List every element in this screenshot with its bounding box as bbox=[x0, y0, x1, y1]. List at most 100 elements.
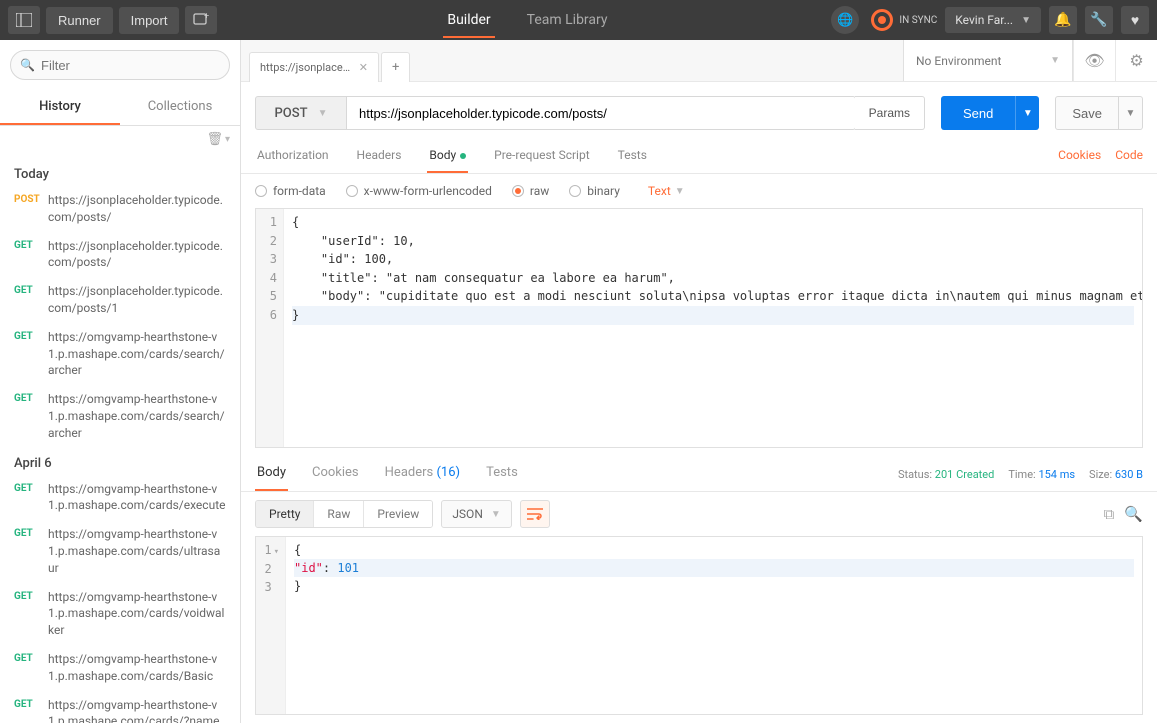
history-item[interactable]: GET https://jsonplaceholder.typicode.com/… bbox=[14, 238, 226, 272]
history-method: GET bbox=[14, 238, 40, 272]
response-tab-tests[interactable]: Tests bbox=[484, 456, 520, 491]
user-dropdown[interactable]: Kevin Far... ▼ bbox=[945, 7, 1041, 33]
history-list: TodayPOSThttps://jsonplaceholder.typicod… bbox=[0, 153, 240, 723]
search-icon: 🔍 bbox=[20, 58, 35, 72]
request-tab-label: https://jsonplaceholder bbox=[260, 61, 351, 74]
history-url: https://omgvamp-hearthstone-v1.p.mashape… bbox=[48, 329, 226, 379]
user-name: Kevin Far... bbox=[955, 13, 1013, 27]
subtab-headers[interactable]: Headers bbox=[355, 142, 404, 173]
save-button[interactable]: Save bbox=[1055, 96, 1119, 130]
chevron-down-icon: ▼ bbox=[1050, 55, 1060, 66]
history-item[interactable]: GEThttps://omgvamp-hearthstone-v1.p.mash… bbox=[14, 651, 226, 685]
request-body-editor[interactable]: 123456 { "userId": 10, "id": 100, "title… bbox=[255, 208, 1143, 448]
chevron-down-icon: ▼ bbox=[1021, 15, 1031, 26]
main-panel: https://jsonplaceholder ✕ + No Environme… bbox=[241, 40, 1157, 723]
raw-type-dropdown[interactable]: Text▼ bbox=[648, 184, 685, 198]
request-tabstrip: https://jsonplaceholder ✕ + bbox=[241, 41, 903, 82]
environment-label: No Environment bbox=[916, 54, 1001, 68]
status-value: 201 Created bbox=[935, 468, 995, 481]
view-preview[interactable]: Preview bbox=[364, 501, 432, 527]
subtab-prerequest[interactable]: Pre-request Script bbox=[492, 142, 591, 173]
history-item[interactable]: POST https://jsonplaceholder.typicode.com… bbox=[14, 192, 226, 226]
response-tab-body[interactable]: Body bbox=[255, 456, 288, 491]
svg-text:+: + bbox=[204, 13, 209, 22]
chevron-down-icon[interactable]: ▾ bbox=[225, 134, 230, 145]
url-input[interactable] bbox=[347, 96, 856, 130]
history-url: https://jsonplaceholder.typicode.com/pos… bbox=[48, 283, 226, 317]
history-method: POST bbox=[14, 192, 40, 226]
radio-binary[interactable]: binary bbox=[569, 184, 620, 198]
save-dropdown[interactable]: ▼ bbox=[1119, 96, 1143, 130]
runner-button[interactable]: Runner bbox=[46, 7, 113, 34]
import-button[interactable]: Import bbox=[119, 7, 180, 34]
method-dropdown[interactable]: POST ▼ bbox=[255, 96, 347, 130]
sync-status[interactable]: IN SYNC bbox=[871, 9, 937, 31]
new-window-button[interactable]: + bbox=[185, 6, 217, 34]
history-item[interactable]: GET https://omgvamp-hearthstone-v1.p.mash… bbox=[14, 697, 226, 723]
history-method: GET bbox=[14, 481, 40, 515]
history-group-title: April 6 bbox=[14, 456, 226, 471]
history-url: https://omgvamp-hearthstone-v1.p.mashape… bbox=[48, 481, 226, 515]
radio-form-data[interactable]: form-data bbox=[255, 184, 326, 198]
history-url: https://jsonplaceholder.typicode.com/pos… bbox=[48, 192, 226, 226]
search-response-icon[interactable]: 🔍 bbox=[1124, 505, 1143, 523]
history-item[interactable]: GET https://omgvamp-hearthstone-v1.p.mash… bbox=[14, 391, 226, 441]
view-pretty[interactable]: Pretty bbox=[256, 501, 314, 527]
collections-tab[interactable]: Collections bbox=[120, 90, 240, 125]
filter-input[interactable] bbox=[10, 50, 230, 80]
cookies-link[interactable]: Cookies bbox=[1058, 142, 1101, 173]
quick-look-button[interactable]: 👁 bbox=[1073, 40, 1115, 81]
copy-response-icon[interactable]: ⧉ bbox=[1104, 505, 1115, 523]
interceptor-icon[interactable]: 🌐 bbox=[831, 6, 859, 34]
body-modified-dot bbox=[460, 153, 466, 159]
top-bar: Runner Import + Builder Team Library 🌐 I… bbox=[0, 0, 1157, 40]
history-tab[interactable]: History bbox=[0, 90, 120, 125]
tab-team-library[interactable]: Team Library bbox=[523, 2, 612, 38]
history-url: https://omgvamp-hearthstone-v1.p.mashape… bbox=[48, 391, 226, 441]
history-item[interactable]: GET https://jsonplaceholder.typicode.com/… bbox=[14, 283, 226, 317]
close-tab-icon[interactable]: ✕ bbox=[359, 61, 368, 74]
settings-button[interactable]: 🔧 bbox=[1085, 6, 1113, 34]
history-method: GET bbox=[14, 589, 40, 639]
history-method: GET bbox=[14, 697, 40, 723]
history-item[interactable]: GEThttps://omgvamp-hearthstone-v1.p.mash… bbox=[14, 589, 226, 639]
history-method: GET bbox=[14, 526, 40, 576]
view-raw[interactable]: Raw bbox=[314, 501, 364, 527]
history-url: https://omgvamp-hearthstone-v1.p.mashape… bbox=[48, 651, 226, 685]
subtab-tests[interactable]: Tests bbox=[616, 142, 649, 173]
history-item[interactable]: GET https://omgvamp-hearthstone-v1.p.mash… bbox=[14, 526, 226, 576]
radio-raw[interactable]: raw bbox=[512, 184, 549, 198]
response-tab-headers[interactable]: Headers (16) bbox=[383, 456, 462, 491]
request-tab[interactable]: https://jsonplaceholder ✕ bbox=[249, 52, 379, 82]
history-method: GET bbox=[14, 329, 40, 379]
subtab-body[interactable]: Body bbox=[427, 142, 468, 173]
history-method: GET bbox=[14, 283, 40, 317]
notifications-button[interactable]: 🔔 bbox=[1049, 6, 1077, 34]
response-tab-cookies[interactable]: Cookies bbox=[310, 456, 361, 491]
trash-icon[interactable]: 🗑 bbox=[206, 132, 223, 147]
response-body-editor[interactable]: 1▾2 3 { "id": 101} bbox=[255, 536, 1143, 715]
history-url: https://omgvamp-hearthstone-v1.p.mashape… bbox=[48, 697, 226, 723]
code-link[interactable]: Code bbox=[1115, 142, 1143, 173]
environment-select[interactable]: No Environment ▼ bbox=[903, 40, 1073, 81]
manage-env-button[interactable]: ⚙ bbox=[1115, 40, 1157, 81]
response-view-mode: Pretty Raw Preview bbox=[255, 500, 433, 528]
heart-button[interactable]: ♥ bbox=[1121, 6, 1149, 34]
subtab-authorization[interactable]: Authorization bbox=[255, 142, 331, 173]
history-url: https://omgvamp-hearthstone-v1.p.mashape… bbox=[48, 526, 226, 576]
history-item[interactable]: GET https://omgvamp-hearthstone-v1.p.mash… bbox=[14, 481, 226, 515]
history-item[interactable]: GET https://omgvamp-hearthstone-v1.p.mash… bbox=[14, 329, 226, 379]
toggle-wrap-button[interactable] bbox=[520, 500, 550, 528]
history-url: https://jsonplaceholder.typicode.com/pos… bbox=[48, 238, 226, 272]
history-method: GET bbox=[14, 391, 40, 441]
new-tab-button[interactable]: + bbox=[381, 52, 410, 82]
send-button[interactable]: Send bbox=[941, 96, 1015, 130]
tab-builder[interactable]: Builder bbox=[443, 2, 494, 38]
response-format-dropdown[interactable]: JSON▼ bbox=[441, 500, 511, 528]
chevron-down-icon: ▼ bbox=[318, 108, 328, 119]
toggle-sidebar-button[interactable] bbox=[8, 6, 40, 34]
params-button[interactable]: Params bbox=[855, 96, 925, 130]
radio-urlencoded[interactable]: x-www-form-urlencoded bbox=[346, 184, 492, 198]
sidebar: 🔍 History Collections 🗑 ▾ TodayPOSThttps… bbox=[0, 40, 241, 723]
send-dropdown[interactable]: ▼ bbox=[1015, 96, 1039, 130]
